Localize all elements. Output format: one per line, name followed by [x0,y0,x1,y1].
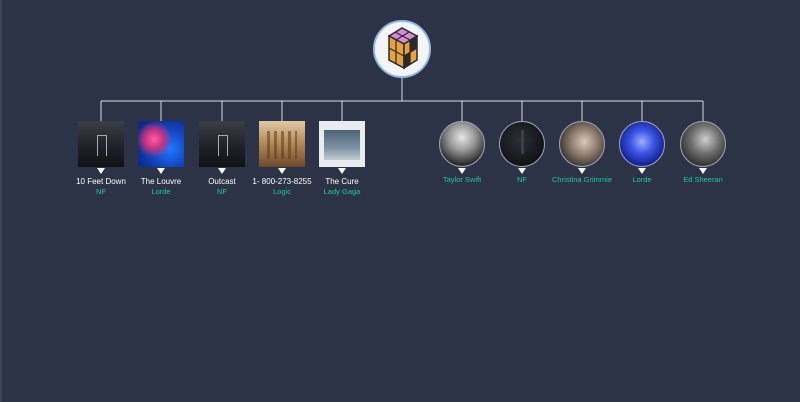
artist-name: Ed Sheeran [683,175,723,184]
artist-avatar [499,121,545,167]
album-node[interactable]: The Cure Lady Gaga [302,121,382,196]
album-artist: Lady Gaga [323,187,361,196]
artist-avatar [680,121,726,167]
caret-down-icon [458,168,466,174]
artist-avatar [559,121,605,167]
album-cover [199,121,245,167]
tree-canvas: 10 Feet Down NF The Louvre Lorde Outcast… [0,0,800,402]
caret-down-icon [157,168,165,174]
caret-down-icon [338,168,346,174]
album-cover [259,121,305,167]
album-cover [78,121,124,167]
caret-down-icon [278,168,286,174]
cube-icon [375,22,429,76]
album-title: The Cure [325,177,359,186]
caret-down-icon [218,168,226,174]
caret-down-icon [518,168,526,174]
caret-down-icon [699,168,707,174]
root-node[interactable] [373,20,431,78]
artist-node[interactable]: Ed Sheeran [663,121,743,184]
artist-avatar [439,121,485,167]
album-cover [319,121,365,167]
caret-down-icon [638,168,646,174]
caret-down-icon [578,168,586,174]
artist-avatar [619,121,665,167]
album-cover [138,121,184,167]
caret-down-icon [97,168,105,174]
